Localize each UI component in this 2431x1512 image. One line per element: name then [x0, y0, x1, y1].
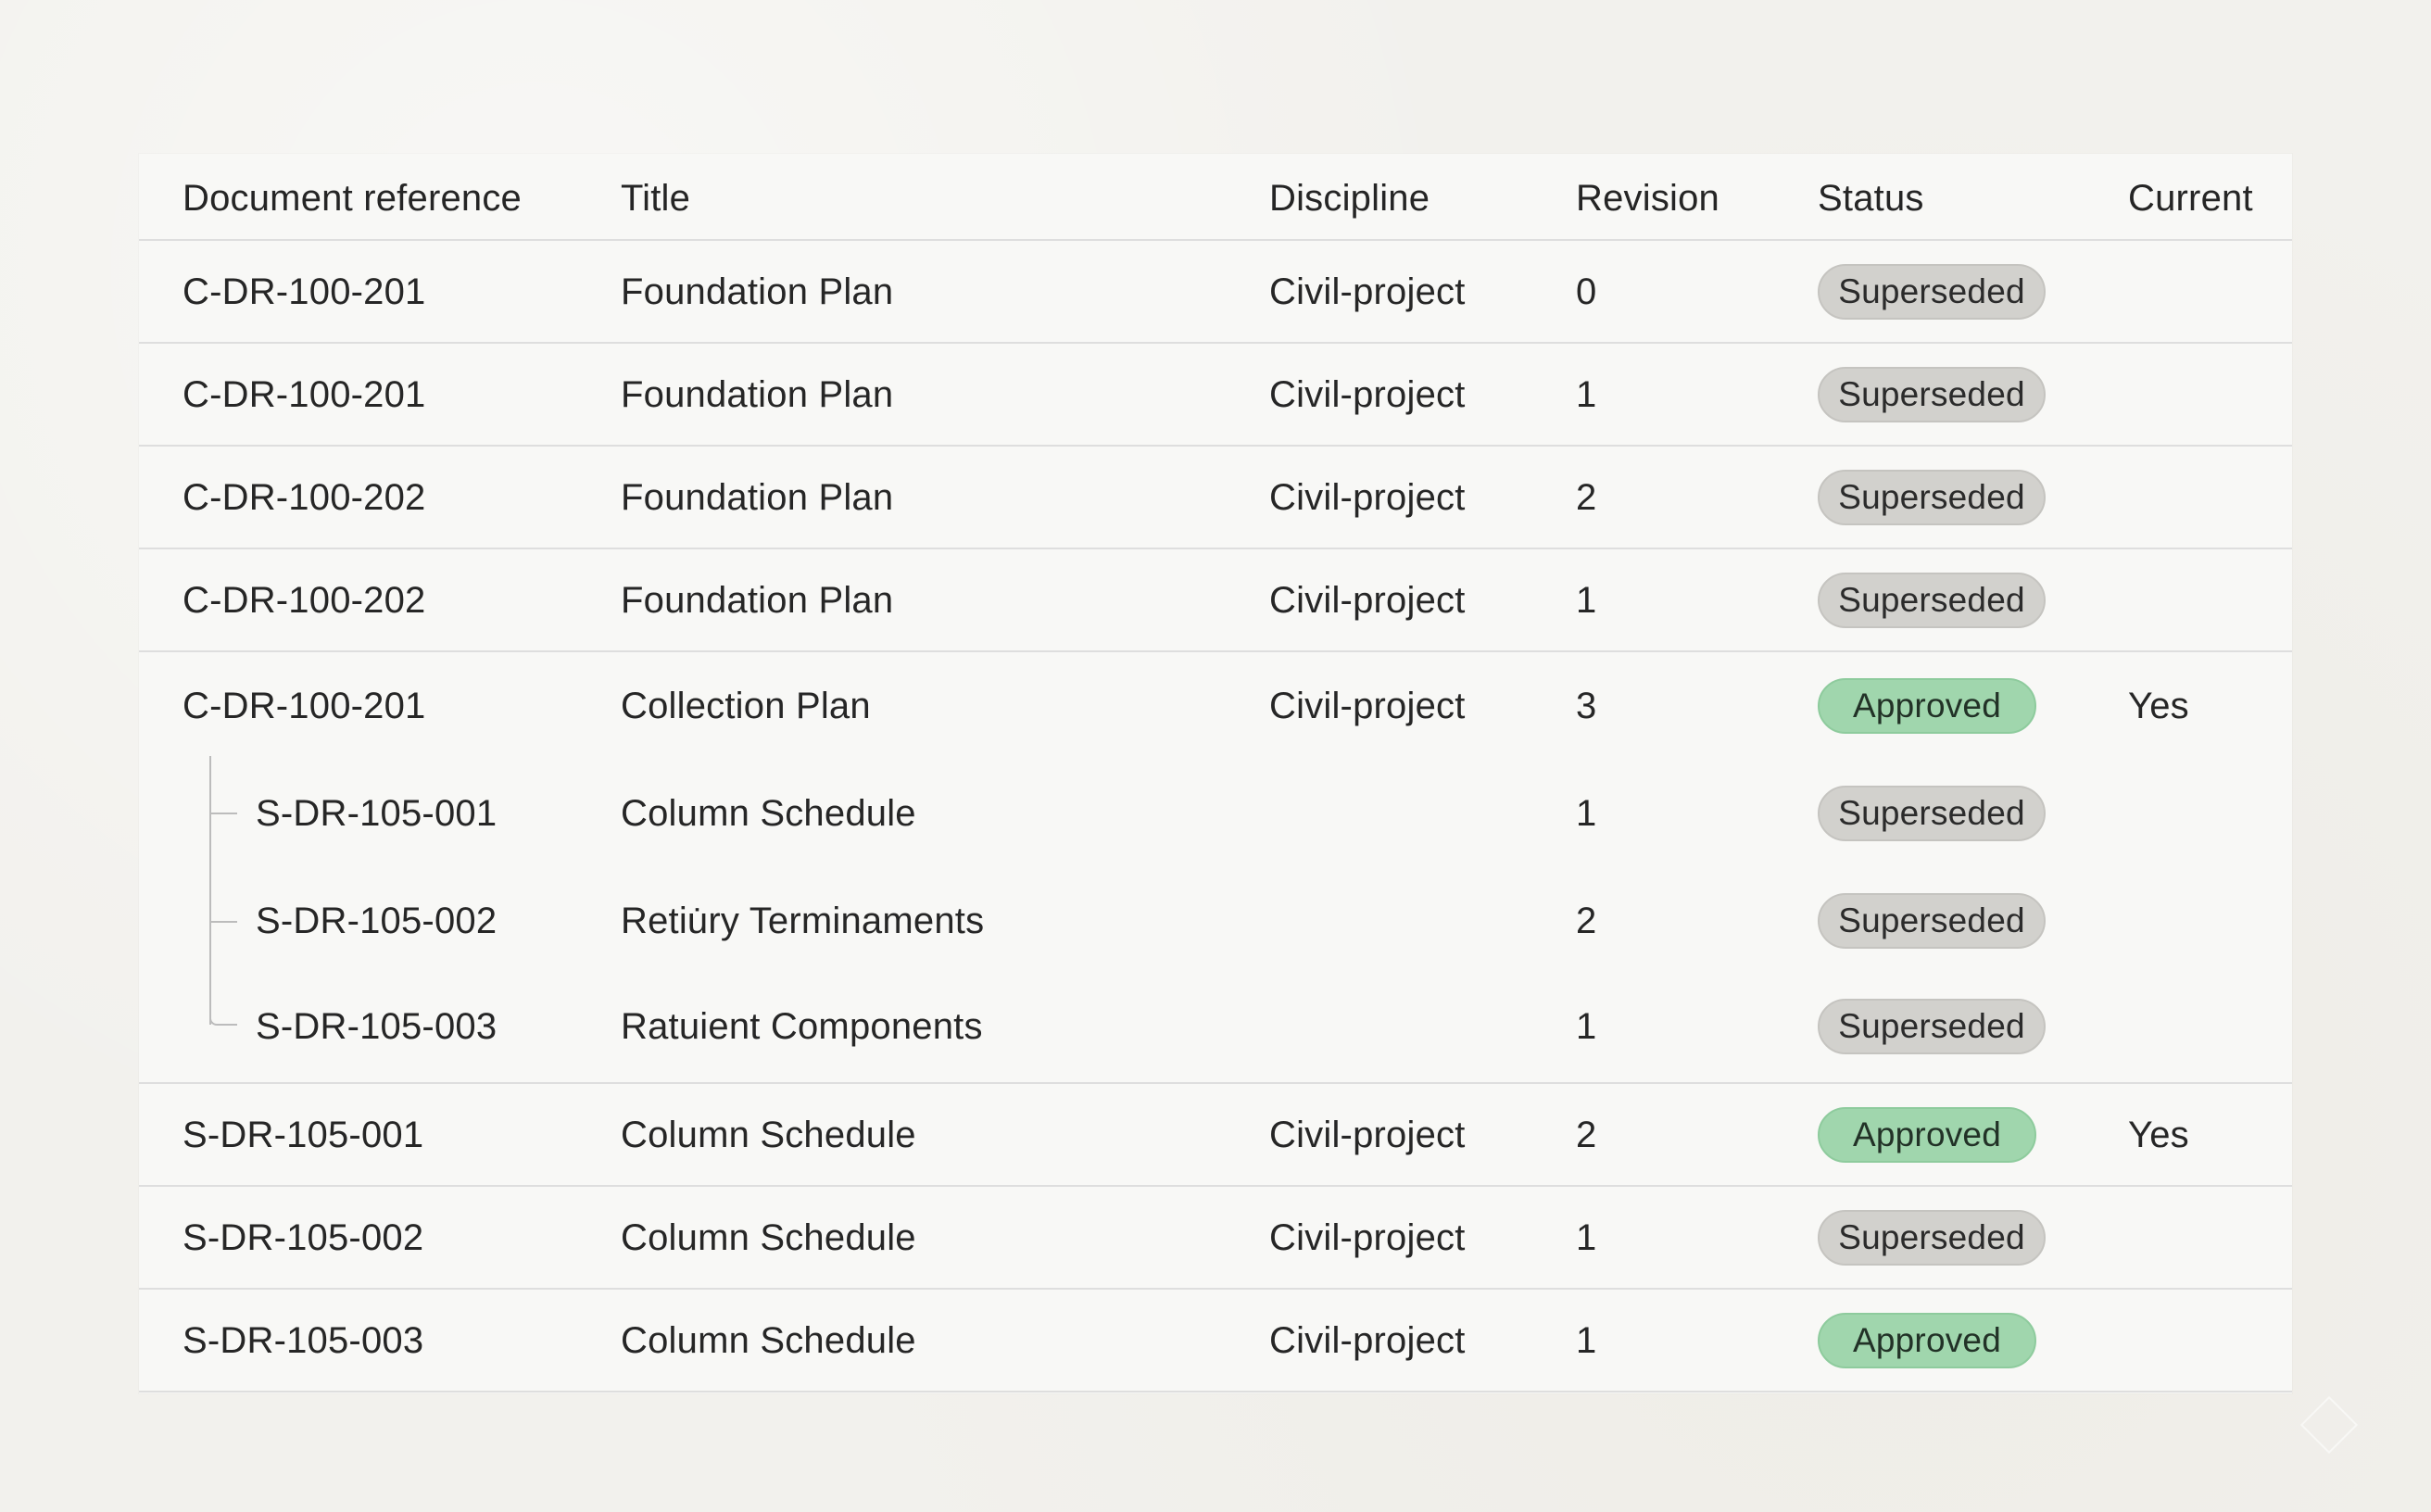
- document-discipline: Civil-project: [1269, 271, 1466, 312]
- status-badge: Superseded: [1818, 786, 2046, 841]
- column-header-document-reference[interactable]: Document reference: [183, 176, 522, 220]
- document-revision: 1: [1576, 580, 1597, 621]
- status-badge: Approved: [1818, 678, 2036, 734]
- document-discipline: Civil-project: [1269, 686, 1466, 726]
- document-discipline: Civil-project: [1269, 1115, 1466, 1155]
- document-reference: S-DR-105-001: [183, 1115, 424, 1155]
- status-badge: Approved: [1818, 1107, 2036, 1163]
- document-revision: 1: [1576, 1217, 1597, 1258]
- child-document-row[interactable]: S-DR-105-003 Ratuient Components 1 Super…: [139, 973, 2292, 1080]
- document-revision: 2: [1576, 477, 1597, 518]
- document-discipline: Civil-project: [1269, 374, 1466, 415]
- status-badge: Superseded: [1818, 573, 2046, 628]
- child-document-row[interactable]: S-DR-105-002 Retiu̇ry Terminaments 2 Sup…: [139, 867, 2292, 975]
- faint-diamond-watermark-icon: [2299, 1395, 2359, 1455]
- child-document-revision: 1: [1576, 793, 1597, 834]
- child-document-reference: S-DR-105-002: [256, 901, 498, 941]
- current-indicator: Yes: [2128, 1115, 2189, 1155]
- table-row[interactable]: C-DR-100-201 Foundation Plan Civil-proje…: [139, 241, 2292, 344]
- table-row[interactable]: S-DR-105-003 Column Schedule Civil-proje…: [139, 1290, 2292, 1392]
- child-document-revision: 1: [1576, 1006, 1597, 1047]
- document-revision: 1: [1576, 1320, 1597, 1361]
- document-revision: 2: [1576, 1115, 1597, 1155]
- child-document-title: Ratuient Components: [621, 1006, 983, 1047]
- status-badge: Superseded: [1818, 470, 2046, 525]
- table-row[interactable]: C-DR-100-201 Foundation Plan Civil-proje…: [139, 344, 2292, 447]
- child-document-row[interactable]: S-DR-105-001 Column Schedule 1 Supersede…: [139, 760, 2292, 867]
- document-discipline: Civil-project: [1269, 1320, 1466, 1361]
- child-document-title: Retiu̇ry Terminaments: [621, 901, 985, 941]
- current-indicator: Yes: [2128, 686, 2189, 726]
- document-reference: C-DR-100-202: [183, 477, 426, 518]
- status-badge: Superseded: [1818, 264, 2046, 320]
- document-title: Foundation Plan: [621, 477, 894, 518]
- document-discipline: Civil-project: [1269, 580, 1466, 621]
- document-reference: C-DR-100-201: [183, 686, 426, 726]
- document-title: Foundation Plan: [621, 580, 894, 621]
- document-title: Foundation Plan: [621, 374, 894, 415]
- document-title: Column Schedule: [621, 1217, 916, 1258]
- column-header-status[interactable]: Status: [1818, 176, 1924, 220]
- document-reference: C-DR-100-201: [183, 271, 426, 312]
- document-title: Collection Plan: [621, 686, 871, 726]
- document-title: Foundation Plan: [621, 271, 894, 312]
- document-register-table: Document reference Title Discipline Revi…: [139, 154, 2359, 1455]
- document-title: Column Schedule: [621, 1320, 916, 1361]
- table-row[interactable]: S-DR-105-002 Column Schedule Civil-proje…: [139, 1187, 2292, 1290]
- document-reference: S-DR-105-002: [183, 1217, 424, 1258]
- document-reference: C-DR-100-202: [183, 580, 426, 621]
- grouped-document-block: C-DR-100-201 Collection Plan Civil-proje…: [139, 652, 2292, 1084]
- status-badge: Superseded: [1818, 999, 2046, 1054]
- child-document-reference: S-DR-105-001: [256, 793, 498, 834]
- child-document-revision: 2: [1576, 901, 1597, 941]
- document-discipline: Civil-project: [1269, 477, 1466, 518]
- column-header-title[interactable]: Title: [621, 176, 690, 220]
- table-row[interactable]: C-DR-100-202 Foundation Plan Civil-proje…: [139, 447, 2292, 549]
- column-header-discipline[interactable]: Discipline: [1269, 176, 1430, 220]
- table-header: Document reference Title Discipline Revi…: [139, 154, 2292, 241]
- child-document-title: Column Schedule: [621, 793, 916, 834]
- status-badge: Approved: [1818, 1313, 2036, 1368]
- column-header-current[interactable]: Current: [2128, 176, 2253, 220]
- document-title: Column Schedule: [621, 1115, 916, 1155]
- column-header-revision[interactable]: Revision: [1576, 176, 1719, 220]
- document-discipline: Civil-project: [1269, 1217, 1466, 1258]
- document-reference: C-DR-100-201: [183, 374, 426, 415]
- table-row[interactable]: S-DR-105-001 Column Schedule Civil-proje…: [139, 1084, 2292, 1187]
- status-badge: Superseded: [1818, 1210, 2046, 1266]
- status-badge: Superseded: [1818, 893, 2046, 949]
- document-revision: 3: [1576, 686, 1597, 726]
- document-revision: 0: [1576, 271, 1597, 312]
- child-document-reference: S-DR-105-003: [256, 1006, 498, 1047]
- page: Document reference Title Discipline Revi…: [0, 0, 2431, 1512]
- status-badge: Superseded: [1818, 367, 2046, 422]
- parent-document-row[interactable]: C-DR-100-201 Collection Plan Civil-proje…: [139, 652, 2292, 760]
- table-row[interactable]: C-DR-100-202 Foundation Plan Civil-proje…: [139, 549, 2292, 652]
- document-reference: S-DR-105-003: [183, 1320, 424, 1361]
- document-revision: 1: [1576, 374, 1597, 415]
